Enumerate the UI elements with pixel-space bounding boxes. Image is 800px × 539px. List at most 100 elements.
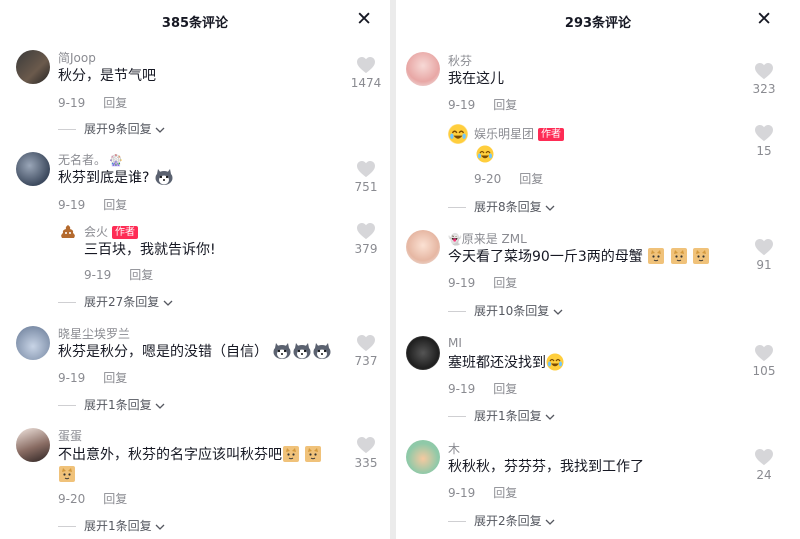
reply-button[interactable]: 回复 [493,382,517,396]
like-button[interactable]: 737 [344,334,388,368]
expand-replies-label: 展开1条回复 [474,409,542,423]
expand-replies-button[interactable]: 展开8条回复 [448,198,555,215]
comment-meta: 9-19 回复 [448,274,517,291]
expand-replies-button[interactable]: 展开1条回复 [58,517,165,534]
like-button[interactable]: 91 [742,238,786,272]
comment-count-title: 385条评论 [161,16,229,31]
comment-text: 不出意外，秋芬的名字应该叫秋芬吧 [58,444,322,466]
heart-icon[interactable] [356,436,376,454]
like-button[interactable]: 1474 [344,56,388,90]
laughing-face-icon [448,124,468,144]
like-button[interactable]: 751 [344,160,388,194]
expand-replies-label: 展开27条回复 [84,295,160,309]
like-button[interactable]: 323 [742,62,786,96]
heart-icon[interactable] [754,124,774,142]
reply-button[interactable]: 回复 [103,492,127,506]
heart-icon[interactable] [754,448,774,466]
expand-replies-button[interactable]: 展开2条回复 [448,512,555,529]
cat-emoji-icon [671,248,687,264]
reply-button[interactable]: 回复 [493,486,517,500]
reply-button[interactable]: 回复 [103,96,127,110]
reply-button[interactable]: 回复 [103,371,127,385]
like-button[interactable]: 335 [344,436,388,470]
reply-button[interactable]: 回复 [519,172,543,186]
heart-icon[interactable] [356,160,376,178]
reply-username[interactable]: 娱乐明星团 作者 [474,125,565,142]
expand-replies-button[interactable]: 展开10条回复 [448,302,563,319]
heart-icon[interactable] [754,344,774,362]
comment-username[interactable]: 晓星尘埃罗兰 [58,325,130,342]
expand-replies-button[interactable]: 展开1条回复 [448,407,555,424]
author-badge: 作者 [112,226,139,239]
heart-icon[interactable] [356,334,376,352]
comment-date: 9-19 [448,98,476,112]
heart-icon[interactable] [754,62,774,80]
comment-text: 塞班都还没找到 [448,353,564,373]
like-count: 379 [354,242,378,256]
avatar[interactable] [58,222,78,242]
expand-replies-button[interactable]: 展开9条回复 [58,120,165,137]
heart-icon[interactable] [356,222,376,240]
like-count: 91 [756,258,772,272]
comment-panel-right: 293条评论 ✕ 秋芬 我在这儿 9-19 回复 323 娱乐明星团 作者 9-20… [396,0,800,539]
avatar[interactable] [406,230,440,264]
avatar[interactable] [406,336,440,370]
reply-button[interactable]: 回复 [103,198,127,212]
husky-emoji-icon [155,169,173,185]
heart-icon[interactable] [356,56,376,74]
close-icon[interactable]: ✕ [756,8,772,30]
comment-username[interactable]: 无名者。 🎡 [58,151,123,168]
heart-icon[interactable] [754,238,774,256]
reply-button[interactable]: 回复 [493,98,517,112]
like-button[interactable]: 379 [344,222,388,256]
avatar[interactable] [16,152,50,186]
comment-header: 293条评论 ✕ [396,0,800,40]
poop-icon [61,225,75,238]
expand-replies-button[interactable]: 展开27条回复 [58,293,173,310]
like-button[interactable]: 105 [742,344,786,378]
author-badge: 作者 [538,128,565,141]
expand-replies-label: 展开2条回复 [474,514,542,528]
expand-replies-label: 展开1条回复 [84,398,152,412]
comment-meta: 9-19 回复 [58,196,127,213]
laughing-emoji-icon [476,145,494,163]
comment-username[interactable]: 木 [448,440,460,457]
comment-username[interactable]: 秋芬 [448,52,472,69]
avatar[interactable] [16,50,50,84]
comment-username[interactable]: 简Joop [58,49,96,66]
comment-text: 秋分，是节气吧 [58,68,156,84]
reply-button[interactable]: 回复 [129,268,153,282]
like-count: 15 [756,144,772,158]
chevron-down-icon [155,403,165,409]
cat-emoji-icon [283,446,299,462]
comment-username[interactable]: 蛋蛋 [58,427,82,444]
comment-text: 秋芬到底是谁? [58,168,174,188]
husky-emoji-icon [293,343,311,359]
like-count: 323 [752,82,776,96]
reply-meta: 9-19 回复 [84,266,153,283]
reply-date: 9-19 [84,268,112,282]
expand-replies-button[interactable]: 展开1条回复 [58,396,165,413]
like-count: 1474 [350,76,382,90]
reply-date: 9-20 [474,172,502,186]
comment-date: 9-19 [58,371,86,385]
comment-username[interactable]: 👻原来是 ZML [448,230,527,247]
avatar[interactable] [16,428,50,462]
comment-meta: 9-19 回复 [448,96,517,113]
cat-emoji-icon [693,248,709,264]
like-button[interactable]: 15 [742,124,786,158]
avatar[interactable] [16,326,50,360]
comment-username[interactable]: MI [448,336,462,350]
avatar[interactable] [406,52,440,86]
chevron-down-icon [155,524,165,530]
avatar[interactable] [448,124,468,144]
reply-button[interactable]: 回复 [493,276,517,290]
close-icon[interactable]: ✕ [356,8,372,30]
comment-meta: 9-19 回复 [58,369,127,386]
avatar[interactable] [406,440,440,474]
reply-username[interactable]: 会火 作者 [84,223,139,240]
ferris-wheel-icon: 🎡 [109,154,123,167]
like-button[interactable]: 24 [742,448,786,482]
ghost-icon: 👻 [448,233,462,246]
comment-date: 9-20 [58,492,86,506]
